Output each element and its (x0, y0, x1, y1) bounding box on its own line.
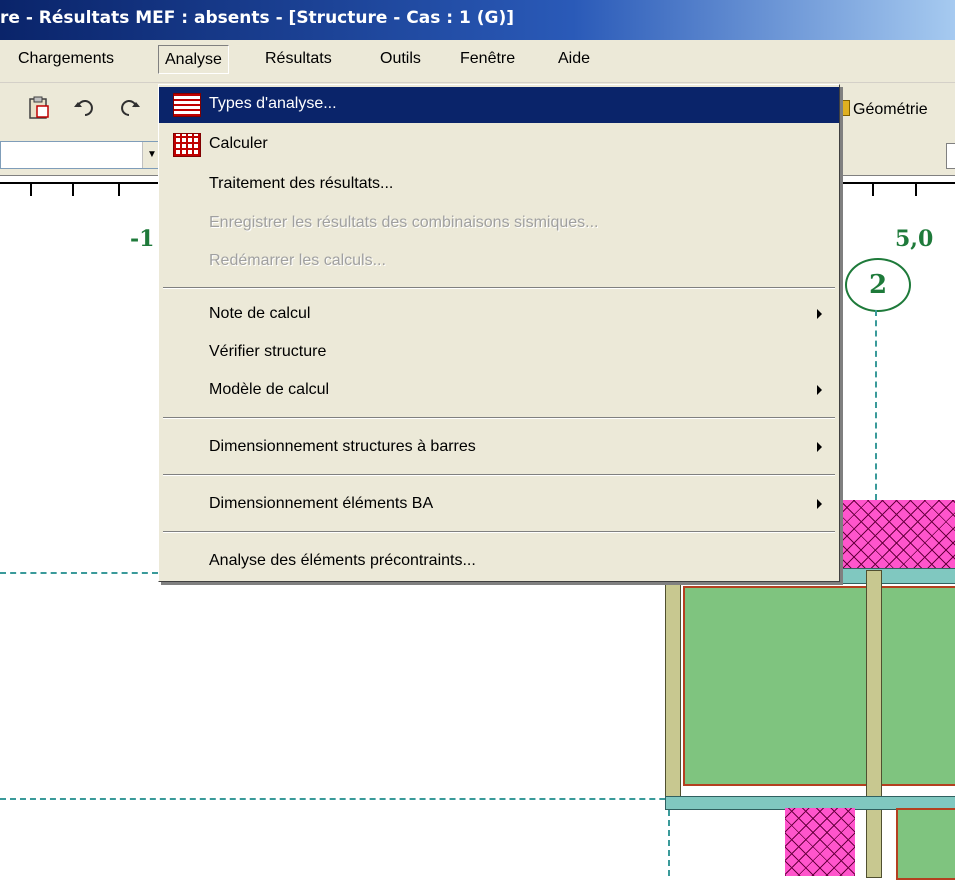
menu-item-precontraints[interactable]: Analyse des éléments précontraints... (159, 544, 839, 580)
menu-resultats[interactable]: Résultats (265, 50, 332, 68)
submenu-arrow-icon (817, 442, 822, 452)
calculate-icon (173, 133, 201, 157)
grid-line (875, 310, 877, 500)
submenu-arrow-icon (817, 309, 822, 319)
view-geometry-button[interactable]: Géométrie (838, 100, 928, 119)
menu-item-enregistrer-sismiques: Enregistrer les résultats des combinaiso… (159, 206, 839, 242)
menu-separator (163, 287, 835, 289)
fe-mesh[interactable] (785, 808, 855, 876)
menu-item-modele-calcul[interactable]: Modèle de calcul (159, 373, 839, 409)
clipboard-icon[interactable] (26, 95, 52, 121)
grid-line-marker[interactable]: 2 (845, 258, 911, 312)
menu-outils[interactable]: Outils (380, 50, 421, 68)
menu-separator (163, 417, 835, 419)
menu-item-note-calcul[interactable]: Note de calcul (159, 297, 839, 333)
menu-item-traitement[interactable]: Traitement des résultats... (159, 167, 839, 203)
analyse-menu: Types d'analyse... Calculer Traitement d… (158, 84, 840, 582)
slab-panel[interactable] (683, 586, 955, 786)
menu-item-dim-barres[interactable]: Dimensionnement structures à barres (159, 430, 839, 466)
selection-combo[interactable]: ▼ (0, 141, 162, 169)
axis-label-left: -1 (130, 226, 155, 252)
axis-label-right: 5,0 (895, 226, 934, 252)
menu-item-verifier[interactable]: Vérifier structure (159, 335, 839, 371)
submenu-arrow-icon (817, 499, 822, 509)
menu-bar: Chargements Analyse Résultats Outils Fen… (0, 40, 955, 83)
menu-item-label: Redémarrer les calculs... (209, 252, 386, 269)
ruler-tick (915, 184, 917, 196)
menu-analyse[interactable]: Analyse (158, 45, 229, 74)
menu-item-label: Modèle de calcul (209, 381, 330, 398)
menu-item-types-analyse[interactable]: Types d'analyse... (159, 87, 839, 123)
ruler-tick (118, 184, 120, 196)
menu-item-label: Enregistrer les résultats des combinaiso… (209, 214, 599, 231)
title-bar: re - Résultats MEF : absents - [Structur… (0, 0, 955, 40)
menu-item-label: Vérifier structure (209, 343, 327, 360)
grid-line (0, 572, 158, 574)
menu-item-dim-ba[interactable]: Dimensionnement éléments BA (159, 487, 839, 523)
menu-item-label: Traitement des résultats... (209, 175, 394, 192)
menu-item-label: Dimensionnement structures à barres (209, 438, 476, 455)
menu-item-label: Analyse des éléments précontraints... (209, 552, 476, 569)
ruler-tick (72, 184, 74, 196)
ruler-tick (30, 184, 32, 196)
submenu-arrow-icon (817, 385, 822, 395)
menu-separator (163, 474, 835, 476)
menu-item-calculer[interactable]: Calculer (159, 127, 839, 163)
column[interactable] (866, 570, 882, 878)
grid-line (668, 800, 670, 876)
right-field[interactable] (946, 143, 955, 169)
menu-item-label: Dimensionnement éléments BA (209, 495, 434, 512)
fe-mesh[interactable] (838, 500, 955, 570)
menu-aide[interactable]: Aide (558, 50, 590, 68)
menu-fenetre[interactable]: Fenêtre (460, 50, 515, 68)
window-title: re - Résultats MEF : absents - [Structur… (0, 8, 514, 28)
undo-icon[interactable] (72, 95, 98, 121)
menu-item-redemarrer: Redémarrer les calculs... (159, 244, 839, 280)
slab-panel[interactable] (896, 808, 955, 880)
menu-separator (163, 531, 835, 533)
ruler-tick (872, 184, 874, 196)
redo-icon[interactable] (116, 95, 142, 121)
menu-item-label: Note de calcul (209, 305, 311, 322)
analysis-types-icon (173, 93, 201, 117)
view-geometry-label: Géométrie (853, 101, 928, 118)
menu-chargements[interactable]: Chargements (18, 50, 114, 68)
menu-item-label: Calculer (209, 135, 268, 152)
menu-item-label: Types d'analyse... (209, 95, 337, 112)
column[interactable] (665, 578, 681, 810)
